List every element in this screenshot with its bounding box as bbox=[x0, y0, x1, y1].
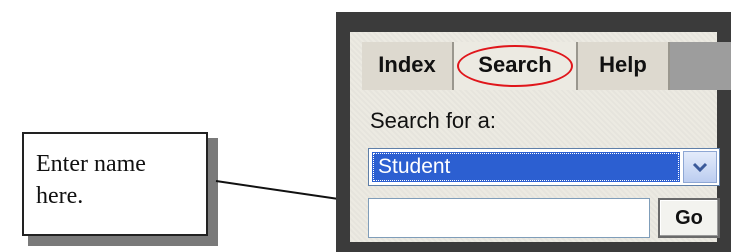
tab-help[interactable]: Help bbox=[578, 42, 670, 90]
highlight-oval bbox=[457, 45, 573, 87]
tab-search[interactable]: Search bbox=[454, 42, 578, 90]
dropdown-button[interactable] bbox=[683, 151, 717, 183]
callout-box: Enter name here. bbox=[22, 132, 208, 236]
callout-text-line2: here. bbox=[36, 183, 84, 209]
tab-index[interactable]: Index bbox=[362, 42, 454, 90]
search-for-label: Search for a: bbox=[370, 108, 496, 133]
name-search-input[interactable] bbox=[368, 198, 650, 238]
search-panel-body: Index Search Help Search for a: Student … bbox=[350, 32, 731, 242]
tab-bar-filler bbox=[670, 42, 731, 90]
search-panel: Index Search Help Search for a: Student … bbox=[336, 12, 731, 252]
search-type-select[interactable]: Student bbox=[368, 148, 720, 186]
selected-option: Student bbox=[372, 152, 680, 182]
chevron-down-icon bbox=[692, 162, 708, 173]
tab-bar: Index Search Help bbox=[362, 42, 731, 90]
go-button[interactable]: Go bbox=[658, 198, 720, 238]
callout-text-line1: Enter name bbox=[36, 151, 146, 177]
